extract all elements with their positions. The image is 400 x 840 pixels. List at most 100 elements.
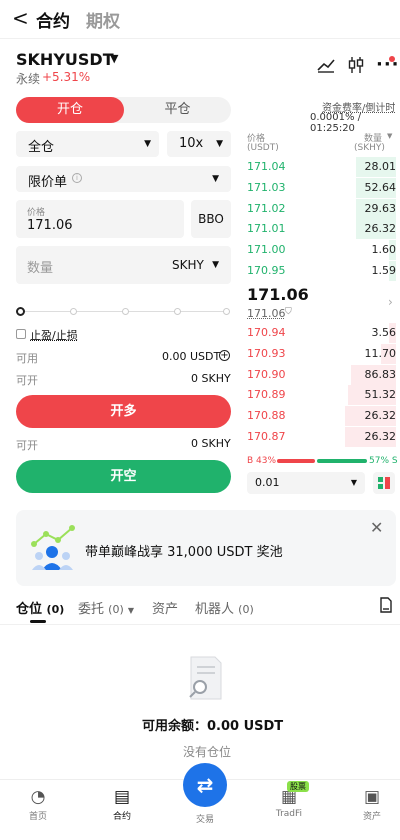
ob-qty: 26.32 bbox=[364, 409, 397, 423]
chart-settings-icon[interactable] bbox=[316, 56, 336, 78]
bid-row[interactable]: 170.88 26.32 bbox=[247, 406, 397, 427]
ob-price: 170.95 bbox=[247, 264, 286, 277]
order-type-select[interactable]: 限价单 i ▼ bbox=[16, 166, 231, 192]
available-label: 可用 bbox=[16, 352, 38, 365]
ob-qty: 29.63 bbox=[364, 201, 397, 215]
tab-orders-count: (0) bbox=[108, 603, 124, 616]
candlestick-icon[interactable] bbox=[347, 56, 365, 78]
close-icon[interactable]: ✕ bbox=[370, 518, 383, 537]
ask-row[interactable]: 171.00 1.60 bbox=[247, 240, 396, 261]
ob-qty: 51.32 bbox=[364, 388, 397, 402]
max-short-label: 可开 bbox=[16, 439, 38, 452]
bid-row[interactable]: 170.94 3.56 bbox=[247, 323, 396, 343]
nav-assets[interactable]: ▣ 资产 bbox=[342, 787, 400, 822]
bbo-button[interactable]: BBO bbox=[191, 200, 231, 238]
tab-options[interactable]: 期权 bbox=[86, 7, 120, 32]
quantity-field[interactable]: 数量 SKHY ▼ bbox=[16, 246, 231, 284]
margin-mode-select[interactable]: 全仓 ▼ bbox=[16, 131, 159, 157]
tab-orders[interactable]: 委托 (0) ▼ bbox=[78, 598, 134, 617]
banner-text: 带单巅峰战享 31,000 USDT 奖池 bbox=[85, 545, 283, 560]
ob-price: 170.89 bbox=[247, 388, 286, 402]
ob-qty: 52.64 bbox=[364, 180, 397, 194]
slider-step[interactable] bbox=[223, 308, 230, 315]
ob-qty-unit: (SKHY) bbox=[354, 143, 385, 153]
ob-qty: 86.83 bbox=[364, 367, 397, 381]
nav-home[interactable]: ◔ 首页 bbox=[8, 787, 68, 822]
tab-bots[interactable]: 机器人 (0) bbox=[195, 598, 254, 617]
layout-toggle-icon[interactable] bbox=[373, 472, 395, 494]
order-history-icon[interactable] bbox=[379, 597, 393, 617]
tab-positions-count: (0) bbox=[46, 603, 65, 616]
back-icon[interactable]: < bbox=[12, 6, 29, 30]
max-short-value: 0 SKHY bbox=[191, 437, 231, 450]
nav-tradfi-label: TradFi bbox=[275, 809, 303, 819]
open-long-button[interactable]: 开多 bbox=[16, 395, 231, 428]
more-icon[interactable]: ··· bbox=[376, 54, 400, 75]
symbol-selector[interactable]: SKHYUSDT bbox=[16, 50, 114, 69]
bid-row[interactable]: 170.87 26.32 bbox=[247, 427, 396, 447]
empty-document-icon bbox=[189, 656, 222, 700]
tab-positions-label: 仓位 bbox=[16, 602, 43, 617]
ob-qty: 11.70 bbox=[364, 346, 397, 360]
tpsl-label[interactable]: 止盈/止损 bbox=[30, 327, 78, 343]
ask-row[interactable]: 171.04 28.01 bbox=[247, 157, 396, 177]
available-value: 0.00 USDT bbox=[162, 350, 221, 363]
ask-row[interactable]: 171.01 26.32 bbox=[247, 219, 397, 240]
quantity-input[interactable]: 数量 bbox=[27, 257, 53, 276]
slider-step[interactable] bbox=[70, 308, 77, 315]
nav-trade-label: 交易 bbox=[195, 815, 214, 825]
trader-illustration-icon bbox=[31, 525, 75, 570]
bid-row[interactable]: 170.93 11.70 bbox=[247, 343, 397, 364]
mark-price[interactable]: 171.06 bbox=[247, 307, 286, 320]
ask-row[interactable]: 171.02 29.63 bbox=[247, 198, 397, 219]
quantity-slider[interactable] bbox=[16, 305, 231, 319]
trade-swap-icon[interactable]: ⇄ bbox=[183, 763, 227, 807]
ob-qty: 3.56 bbox=[371, 326, 397, 339]
no-positions-text: 没有仓位 bbox=[183, 745, 232, 759]
price-field[interactable]: 价格 171.06 bbox=[16, 200, 184, 238]
ob-qty: 26.32 bbox=[364, 222, 397, 236]
notification-dot bbox=[389, 56, 395, 62]
tab-contract[interactable]: 合约 bbox=[36, 7, 70, 32]
chevron-down-icon: ▼ bbox=[127, 606, 135, 615]
price-input[interactable]: 171.06 bbox=[27, 218, 73, 233]
transfer-add-icon[interactable]: + bbox=[219, 350, 230, 361]
bid-row[interactable]: 170.90 86.83 bbox=[247, 364, 397, 385]
nav-contract[interactable]: ▤ 合约 bbox=[92, 787, 152, 822]
ask-row[interactable]: 170.95 1.59 bbox=[247, 261, 396, 281]
tab-positions[interactable]: 仓位 (0) bbox=[16, 598, 64, 617]
tab-indicator bbox=[30, 620, 46, 623]
tab-assets[interactable]: 资产 bbox=[152, 598, 178, 617]
last-price[interactable]: 171.06 bbox=[247, 285, 309, 304]
bid-row[interactable]: 170.89 51.32 bbox=[247, 385, 397, 406]
precision-select[interactable]: 0.01 ▼ bbox=[247, 472, 365, 494]
slider-step[interactable] bbox=[174, 308, 181, 315]
nav-trade[interactable]: 交易 bbox=[175, 812, 235, 826]
funding-value: 0.0001% / 01:25:20 bbox=[310, 112, 362, 134]
ratio-bar bbox=[277, 459, 367, 463]
price-change: +5.31% bbox=[42, 70, 91, 84]
margin-mode-value: 全仓 bbox=[28, 140, 55, 155]
quantity-unit[interactable]: SKHY bbox=[172, 258, 204, 272]
promo-banner[interactable]: 带单巅峰战享 31,000 USDT 奖池 ✕ bbox=[16, 510, 396, 586]
slider-handle[interactable] bbox=[16, 307, 25, 316]
tab-open-position[interactable]: 开仓 bbox=[16, 97, 124, 123]
ob-price: 170.90 bbox=[247, 367, 286, 381]
top-nav: < 合约 期权 bbox=[0, 0, 400, 38]
sell-ratio: 57% S bbox=[369, 456, 398, 466]
open-short-button[interactable]: 开空 bbox=[16, 460, 231, 493]
buy-ratio: B 43% bbox=[247, 456, 277, 466]
chevron-down-icon[interactable]: ▼ bbox=[387, 132, 392, 140]
tpsl-checkbox[interactable] bbox=[16, 329, 26, 339]
leverage-select[interactable]: 10x ▼ bbox=[167, 131, 231, 157]
chevron-right-icon[interactable]: › bbox=[388, 295, 393, 309]
ask-row[interactable]: 171.03 52.64 bbox=[247, 177, 397, 198]
contract-icon: ▤ bbox=[113, 787, 131, 807]
slider-step[interactable] bbox=[122, 308, 129, 315]
ob-price: 171.00 bbox=[247, 243, 286, 257]
chevron-down-icon[interactable]: ▼ bbox=[110, 52, 118, 65]
precision-value: 0.01 bbox=[255, 476, 280, 489]
info-icon[interactable]: i bbox=[72, 173, 82, 183]
tab-close-position[interactable]: 平仓 bbox=[124, 97, 231, 123]
ob-price-unit: (USDT) bbox=[247, 143, 279, 153]
